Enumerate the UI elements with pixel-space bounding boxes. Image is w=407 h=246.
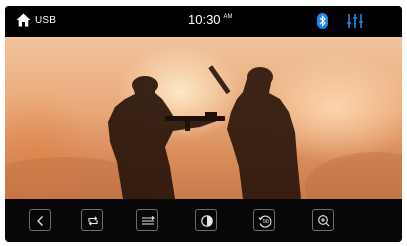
back-button[interactable] xyxy=(29,209,51,231)
video-scene xyxy=(5,65,402,199)
video-frame[interactable] xyxy=(5,37,402,199)
control-bar: 90 xyxy=(5,199,402,242)
media-player-screen: USB 10:30 AM 90 xyxy=(5,6,402,242)
playlist-button[interactable] xyxy=(136,209,158,231)
equalizer-icon[interactable] xyxy=(347,13,363,29)
list-icon xyxy=(142,215,155,225)
clock: 10:30 AM xyxy=(188,12,233,27)
silhouette-right xyxy=(208,65,301,199)
status-bar: USB 10:30 AM xyxy=(5,6,402,37)
repeat-button[interactable] xyxy=(81,209,103,231)
rotate-icon: 90 xyxy=(258,215,272,228)
brightness-button[interactable] xyxy=(195,209,217,231)
rotate-button[interactable]: 90 xyxy=(253,209,275,231)
source-label: USB xyxy=(35,15,57,26)
home-icon[interactable] xyxy=(16,13,31,27)
silhouette-left xyxy=(108,76,217,199)
clock-time: 10:30 xyxy=(188,12,221,27)
bluetooth-icon[interactable] xyxy=(317,13,328,29)
rotate-label: 90 xyxy=(263,219,269,225)
contrast-icon xyxy=(201,215,213,227)
clock-ampm: AM xyxy=(223,14,233,20)
zoom-in-icon xyxy=(318,215,330,227)
chevron-left-icon xyxy=(37,216,43,226)
repeat-icon xyxy=(88,216,98,226)
zoom-button[interactable] xyxy=(312,209,334,231)
